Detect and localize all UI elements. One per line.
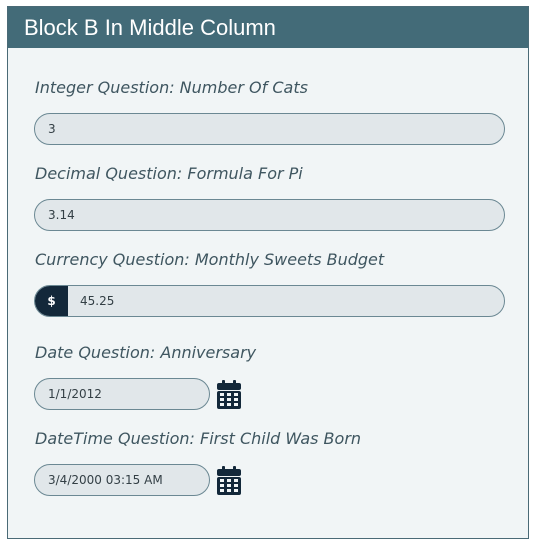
- block-title: Block B In Middle Column: [8, 7, 528, 48]
- currency-symbol-addon: $: [35, 286, 68, 316]
- datetime-picker-button[interactable]: [216, 466, 242, 496]
- date-input[interactable]: 1/1/2012: [34, 378, 210, 410]
- decimal-question-label: Decimal Question: Formula For Pi: [35, 164, 303, 183]
- question-block-panel: Block B In Middle Column Integer Questio…: [7, 6, 529, 539]
- integer-question-label: Integer Question: Number Of Cats: [35, 78, 308, 97]
- integer-input[interactable]: 3: [34, 113, 505, 145]
- datetime-input[interactable]: 3/4/2000 03:15 AM: [34, 464, 210, 496]
- datetime-question-label: DateTime Question: First Child Was Born: [35, 429, 362, 448]
- calendar-icon: [217, 380, 241, 409]
- decimal-input[interactable]: 3.14: [34, 199, 505, 231]
- currency-value[interactable]: 45.25: [80, 286, 114, 316]
- currency-input[interactable]: $ 45.25: [34, 285, 505, 317]
- date-question-label: Date Question: Anniversary: [35, 343, 257, 362]
- currency-question-label: Currency Question: Monthly Sweets Budget: [35, 250, 385, 269]
- calendar-icon: [217, 466, 241, 495]
- date-picker-button[interactable]: [216, 380, 242, 410]
